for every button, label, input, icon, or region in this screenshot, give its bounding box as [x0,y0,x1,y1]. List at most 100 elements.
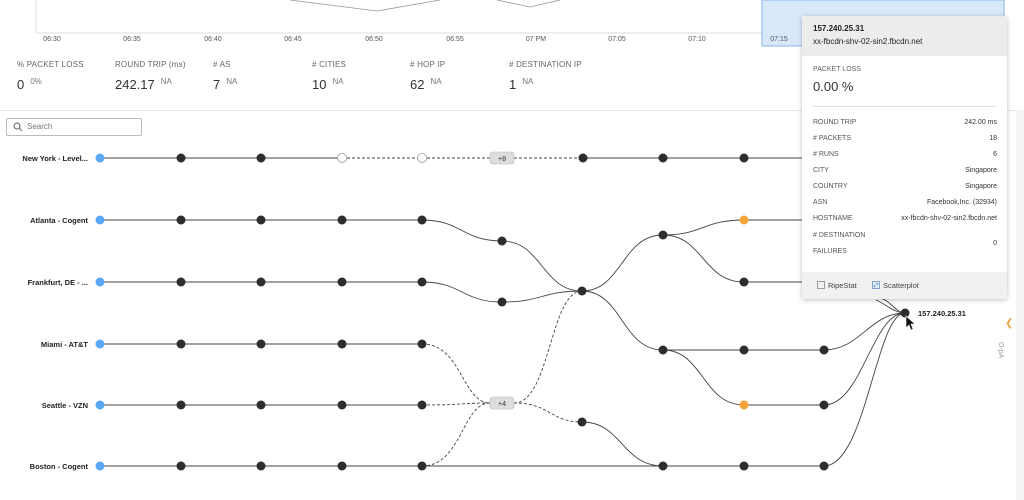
hop-node[interactable] [819,461,829,471]
edge [421,219,503,242]
edge-dashed [513,290,583,404]
edge [501,290,583,303]
hop-node[interactable] [739,277,749,287]
hop-node[interactable] [176,339,186,349]
hop-node[interactable] [739,153,749,163]
side-panel-tab[interactable]: O-pA [997,342,1004,358]
source-node[interactable] [95,339,105,349]
hop-node[interactable] [256,400,266,410]
scatterplot-label: Scatterplot [883,281,919,290]
field-value: 0 [993,240,997,247]
mouse-cursor-icon [905,315,916,331]
hop-node[interactable] [337,400,347,410]
hop-node[interactable] [578,153,588,163]
field-key: # RUNS [813,151,839,158]
hop-node[interactable] [256,339,266,349]
hop-node[interactable] [658,230,668,240]
edge-dashed [421,402,491,406]
scrollbar[interactable] [1016,110,1024,500]
hop-node[interactable] [658,461,668,471]
hop-node[interactable] [337,339,347,349]
source-node[interactable] [95,400,105,410]
hop-node[interactable] [256,277,266,287]
hop-node[interactable] [337,277,347,287]
row-label[interactable]: Frankfurt, DE - ... [28,278,88,287]
row-label[interactable]: Miami - AT&T [41,340,88,349]
hop-node[interactable] [417,400,427,410]
field-key: # PACKETS [813,135,851,142]
row-label[interactable]: Seattle - VZN [42,401,88,410]
destination-label: 157.240.25.31 [918,309,966,318]
row-label[interactable]: Atlanta - Cogent [30,216,88,225]
field-key: COUNTRY [813,183,848,190]
row-label[interactable]: Boston - Cogent [30,462,89,471]
field-value: Singapore [965,183,997,190]
hop-node[interactable] [337,461,347,471]
hop-node-unresponsive[interactable] [337,153,347,163]
hop-node[interactable] [176,461,186,471]
source-node[interactable] [95,277,105,287]
ripestat-link[interactable]: RipeStat [817,281,857,290]
tooltip-ip: 157.240.25.31 [813,24,865,33]
ripestat-label: RipeStat [828,281,857,290]
field-key: # DESTINATION [813,232,866,239]
field-value: 242.00 ms [964,119,997,126]
hop-node[interactable] [739,461,749,471]
scatterplot-icon [872,281,880,289]
hop-node[interactable] [497,297,507,307]
edge [875,299,906,314]
hop-node[interactable] [658,345,668,355]
tooltip-hostname: xx-fbcdn-shv-02-sin2.fbcdn.net [813,37,923,46]
hop-node-unresponsive[interactable] [417,153,427,163]
field-key: ROUND TRIP [813,119,857,126]
graph-edges [100,157,906,467]
hop-node[interactable] [417,461,427,471]
hop-node[interactable] [417,215,427,225]
edge [662,234,745,283]
row-label[interactable]: New York - Level... [22,154,88,163]
edge-dashed [421,402,491,467]
edge [581,421,664,467]
field-value: Singapore [965,167,997,174]
hop-node-highlighted[interactable] [739,215,749,225]
edge [662,219,745,236]
chevron-left-icon[interactable]: ❮ [1005,318,1013,329]
hop-node[interactable] [417,277,427,287]
hop-node[interactable] [577,286,587,296]
hop-node[interactable] [256,153,266,163]
field-key: CITY [813,167,829,174]
hop-node-highlighted[interactable] [739,400,749,410]
hop-node[interactable] [176,153,186,163]
field-value: 18 [989,135,997,142]
hop-node[interactable] [256,215,266,225]
field-key: ASN [813,199,828,206]
field-key: HOSTNAME [813,215,853,222]
hop-node[interactable] [176,277,186,287]
hop-node[interactable] [819,345,829,355]
hop-details-tooltip: 157.240.25.31 xx-fbcdn-shv-02-sin2.fbcdn… [802,16,1007,299]
packet-loss-label: PACKET LOSS [813,66,861,73]
field-value: Facebook,Inc. (32934) [926,199,997,206]
source-node[interactable] [95,215,105,225]
edge [662,349,745,406]
hop-node[interactable] [658,153,668,163]
source-node[interactable] [95,153,105,163]
hop-node[interactable] [176,400,186,410]
edge [823,312,906,351]
hop-node[interactable] [337,215,347,225]
tooltip-footer: RipeStat Scatterplot [802,272,1007,299]
hop-node[interactable] [176,215,186,225]
source-node[interactable] [95,461,105,471]
hop-node[interactable] [577,417,587,427]
hop-node[interactable] [497,236,507,246]
hop-node[interactable] [256,461,266,471]
hop-node[interactable] [739,345,749,355]
edge [581,234,664,292]
scatterplot-link[interactable]: Scatterplot [872,281,919,290]
tooltip-header: 157.240.25.31 xx-fbcdn-shv-02-sin2.fbcdn… [802,16,1007,56]
hop-node[interactable] [417,339,427,349]
hop-node[interactable] [819,400,829,410]
field-value: 6 [993,151,997,158]
edge [421,281,503,303]
destination-node[interactable] [900,308,910,318]
